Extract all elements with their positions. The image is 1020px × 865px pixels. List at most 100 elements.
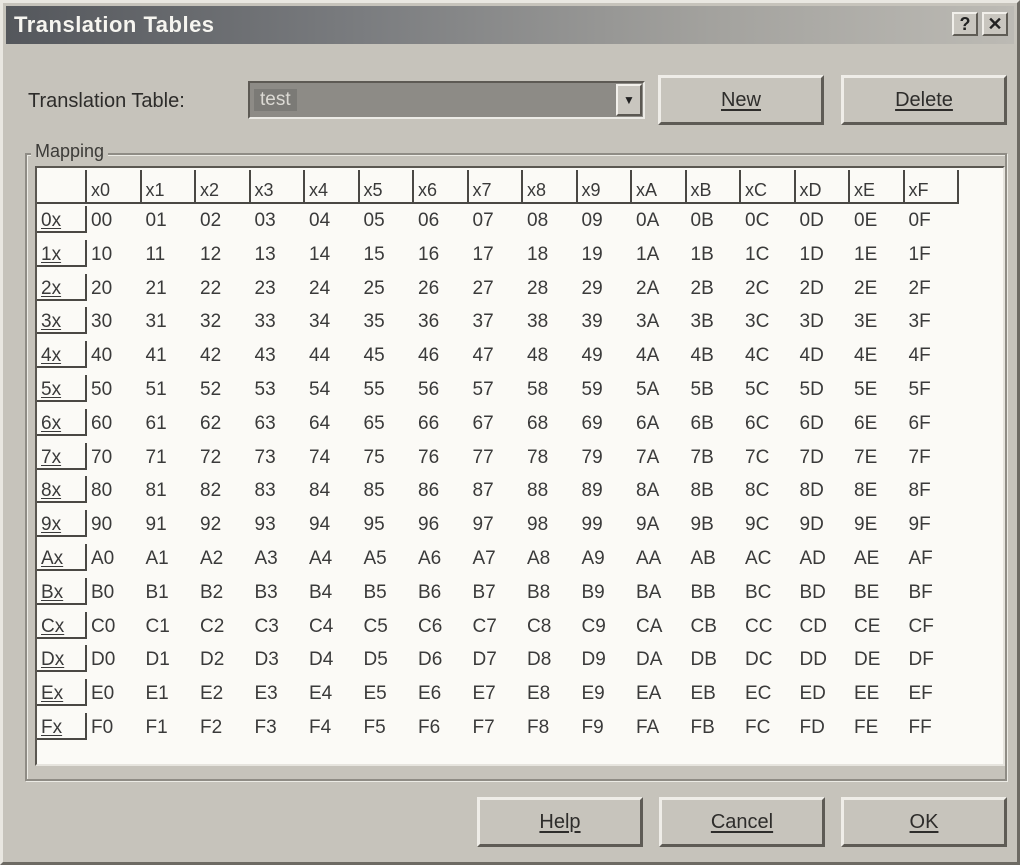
mapping-cell[interactable]: 03 bbox=[251, 206, 306, 233]
mapping-cell[interactable]: C1 bbox=[142, 612, 197, 639]
mapping-cell[interactable]: 13 bbox=[251, 240, 306, 267]
mapping-cell[interactable]: A6 bbox=[414, 544, 469, 571]
mapping-cell[interactable]: 12 bbox=[196, 240, 251, 267]
mapping-cell[interactable]: 71 bbox=[142, 443, 197, 470]
help-icon[interactable]: ? bbox=[952, 12, 978, 36]
row-header[interactable]: 8x bbox=[37, 476, 87, 504]
row-header[interactable]: Ax bbox=[37, 544, 87, 571]
row-header[interactable]: 0x bbox=[37, 206, 87, 233]
mapping-cell[interactable]: 6D bbox=[796, 409, 851, 436]
mapping-cell[interactable]: 47 bbox=[469, 341, 524, 368]
mapping-cell[interactable]: DB bbox=[687, 645, 742, 672]
mapping-cell[interactable]: 7B bbox=[687, 443, 742, 470]
row-header[interactable]: 3x bbox=[37, 307, 87, 335]
mapping-cell[interactable]: 38 bbox=[523, 307, 578, 334]
mapping-cell[interactable]: 3E bbox=[850, 307, 905, 334]
mapping-cell[interactable]: 50 bbox=[87, 375, 142, 402]
mapping-cell[interactable]: EA bbox=[632, 679, 687, 706]
mapping-cell[interactable]: FB bbox=[687, 713, 742, 740]
row-header[interactable]: 5x bbox=[37, 375, 87, 402]
mapping-cell[interactable]: 27 bbox=[469, 274, 524, 301]
mapping-cell[interactable]: 84 bbox=[305, 476, 360, 503]
mapping-cell[interactable]: 0B bbox=[687, 206, 742, 233]
mapping-cell[interactable]: 1F bbox=[905, 240, 960, 267]
mapping-cell[interactable]: C3 bbox=[251, 612, 306, 639]
mapping-cell[interactable]: 5B bbox=[687, 375, 742, 402]
mapping-cell[interactable]: 0C bbox=[741, 206, 796, 233]
mapping-cell[interactable]: 95 bbox=[360, 510, 415, 537]
mapping-cell[interactable]: AA bbox=[632, 544, 687, 571]
column-header[interactable]: x2 bbox=[196, 170, 251, 204]
mapping-cell[interactable]: 30 bbox=[87, 307, 142, 334]
mapping-cell[interactable]: FC bbox=[741, 713, 796, 740]
mapping-cell[interactable]: B4 bbox=[305, 578, 360, 605]
mapping-cell[interactable]: F3 bbox=[251, 713, 306, 740]
delete-button[interactable]: Delete bbox=[841, 75, 1007, 125]
mapping-cell[interactable]: 17 bbox=[469, 240, 524, 267]
column-header[interactable]: x6 bbox=[414, 170, 469, 204]
mapping-cell[interactable]: CC bbox=[741, 612, 796, 639]
mapping-cell[interactable]: C0 bbox=[87, 612, 142, 639]
mapping-cell[interactable]: 32 bbox=[196, 307, 251, 334]
mapping-cell[interactable]: E7 bbox=[469, 679, 524, 706]
mapping-cell[interactable]: 2D bbox=[796, 274, 851, 301]
column-header[interactable]: x7 bbox=[468, 170, 523, 204]
mapping-cell[interactable]: 37 bbox=[469, 307, 524, 334]
chevron-down-icon[interactable]: ▼ bbox=[616, 84, 642, 116]
mapping-cell[interactable]: 8C bbox=[741, 476, 796, 503]
mapping-cell[interactable]: 21 bbox=[142, 274, 197, 301]
mapping-cell[interactable]: 54 bbox=[305, 375, 360, 402]
row-header[interactable]: 6x bbox=[37, 408, 87, 436]
mapping-cell[interactable]: E4 bbox=[305, 679, 360, 706]
mapping-cell[interactable]: 75 bbox=[360, 443, 415, 470]
column-header[interactable]: x3 bbox=[250, 170, 305, 204]
mapping-cell[interactable]: 02 bbox=[196, 206, 251, 233]
column-header[interactable]: xB bbox=[686, 170, 741, 204]
mapping-cell[interactable]: 26 bbox=[414, 274, 469, 301]
column-header[interactable]: x9 bbox=[577, 170, 632, 204]
row-header[interactable]: Fx bbox=[37, 713, 87, 740]
mapping-cell[interactable]: F7 bbox=[469, 713, 524, 740]
mapping-cell[interactable]: 5A bbox=[632, 375, 687, 402]
column-header[interactable]: xC bbox=[741, 170, 796, 204]
mapping-cell[interactable]: 97 bbox=[469, 510, 524, 537]
mapping-cell[interactable]: FE bbox=[850, 713, 905, 740]
row-header[interactable]: Dx bbox=[37, 645, 87, 673]
mapping-cell[interactable]: 0E bbox=[850, 206, 905, 233]
mapping-cell[interactable]: C8 bbox=[523, 612, 578, 639]
mapping-cell[interactable]: D5 bbox=[360, 645, 415, 672]
mapping-cell[interactable]: CA bbox=[632, 612, 687, 639]
mapping-cell[interactable]: 1A bbox=[632, 240, 687, 267]
mapping-cell[interactable]: 69 bbox=[578, 409, 633, 436]
mapping-cell[interactable]: 01 bbox=[142, 206, 197, 233]
title-bar[interactable]: Translation Tables ? ✕ bbox=[6, 6, 1014, 44]
column-header[interactable]: x4 bbox=[305, 170, 360, 204]
mapping-cell[interactable]: 2F bbox=[905, 274, 960, 301]
mapping-cell[interactable]: BF bbox=[905, 578, 960, 605]
mapping-cell[interactable]: E8 bbox=[523, 679, 578, 706]
mapping-cell[interactable]: 2B bbox=[687, 274, 742, 301]
translation-table-select[interactable]: test ▼ bbox=[248, 81, 645, 119]
mapping-cell[interactable]: BA bbox=[632, 578, 687, 605]
mapping-cell[interactable]: D0 bbox=[87, 645, 142, 672]
mapping-cell[interactable]: 77 bbox=[469, 443, 524, 470]
mapping-cell[interactable]: 3A bbox=[632, 307, 687, 334]
mapping-cell[interactable]: 05 bbox=[360, 206, 415, 233]
mapping-cell[interactable]: 7D bbox=[796, 443, 851, 470]
mapping-cell[interactable]: D3 bbox=[251, 645, 306, 672]
mapping-cell[interactable]: D2 bbox=[196, 645, 251, 672]
mapping-cell[interactable]: 6F bbox=[905, 409, 960, 436]
mapping-cell[interactable]: 99 bbox=[578, 510, 633, 537]
mapping-cell[interactable]: 9B bbox=[687, 510, 742, 537]
mapping-cell[interactable]: 31 bbox=[142, 307, 197, 334]
mapping-cell[interactable]: A7 bbox=[469, 544, 524, 571]
mapping-cell[interactable]: 65 bbox=[360, 409, 415, 436]
mapping-cell[interactable]: 93 bbox=[251, 510, 306, 537]
mapping-cell[interactable]: 09 bbox=[578, 206, 633, 233]
mapping-cell[interactable]: 98 bbox=[523, 510, 578, 537]
mapping-cell[interactable]: 81 bbox=[142, 476, 197, 503]
mapping-cell[interactable]: 91 bbox=[142, 510, 197, 537]
mapping-cell[interactable]: A8 bbox=[523, 544, 578, 571]
mapping-cell[interactable]: 6B bbox=[687, 409, 742, 436]
mapping-cell[interactable]: 6C bbox=[741, 409, 796, 436]
